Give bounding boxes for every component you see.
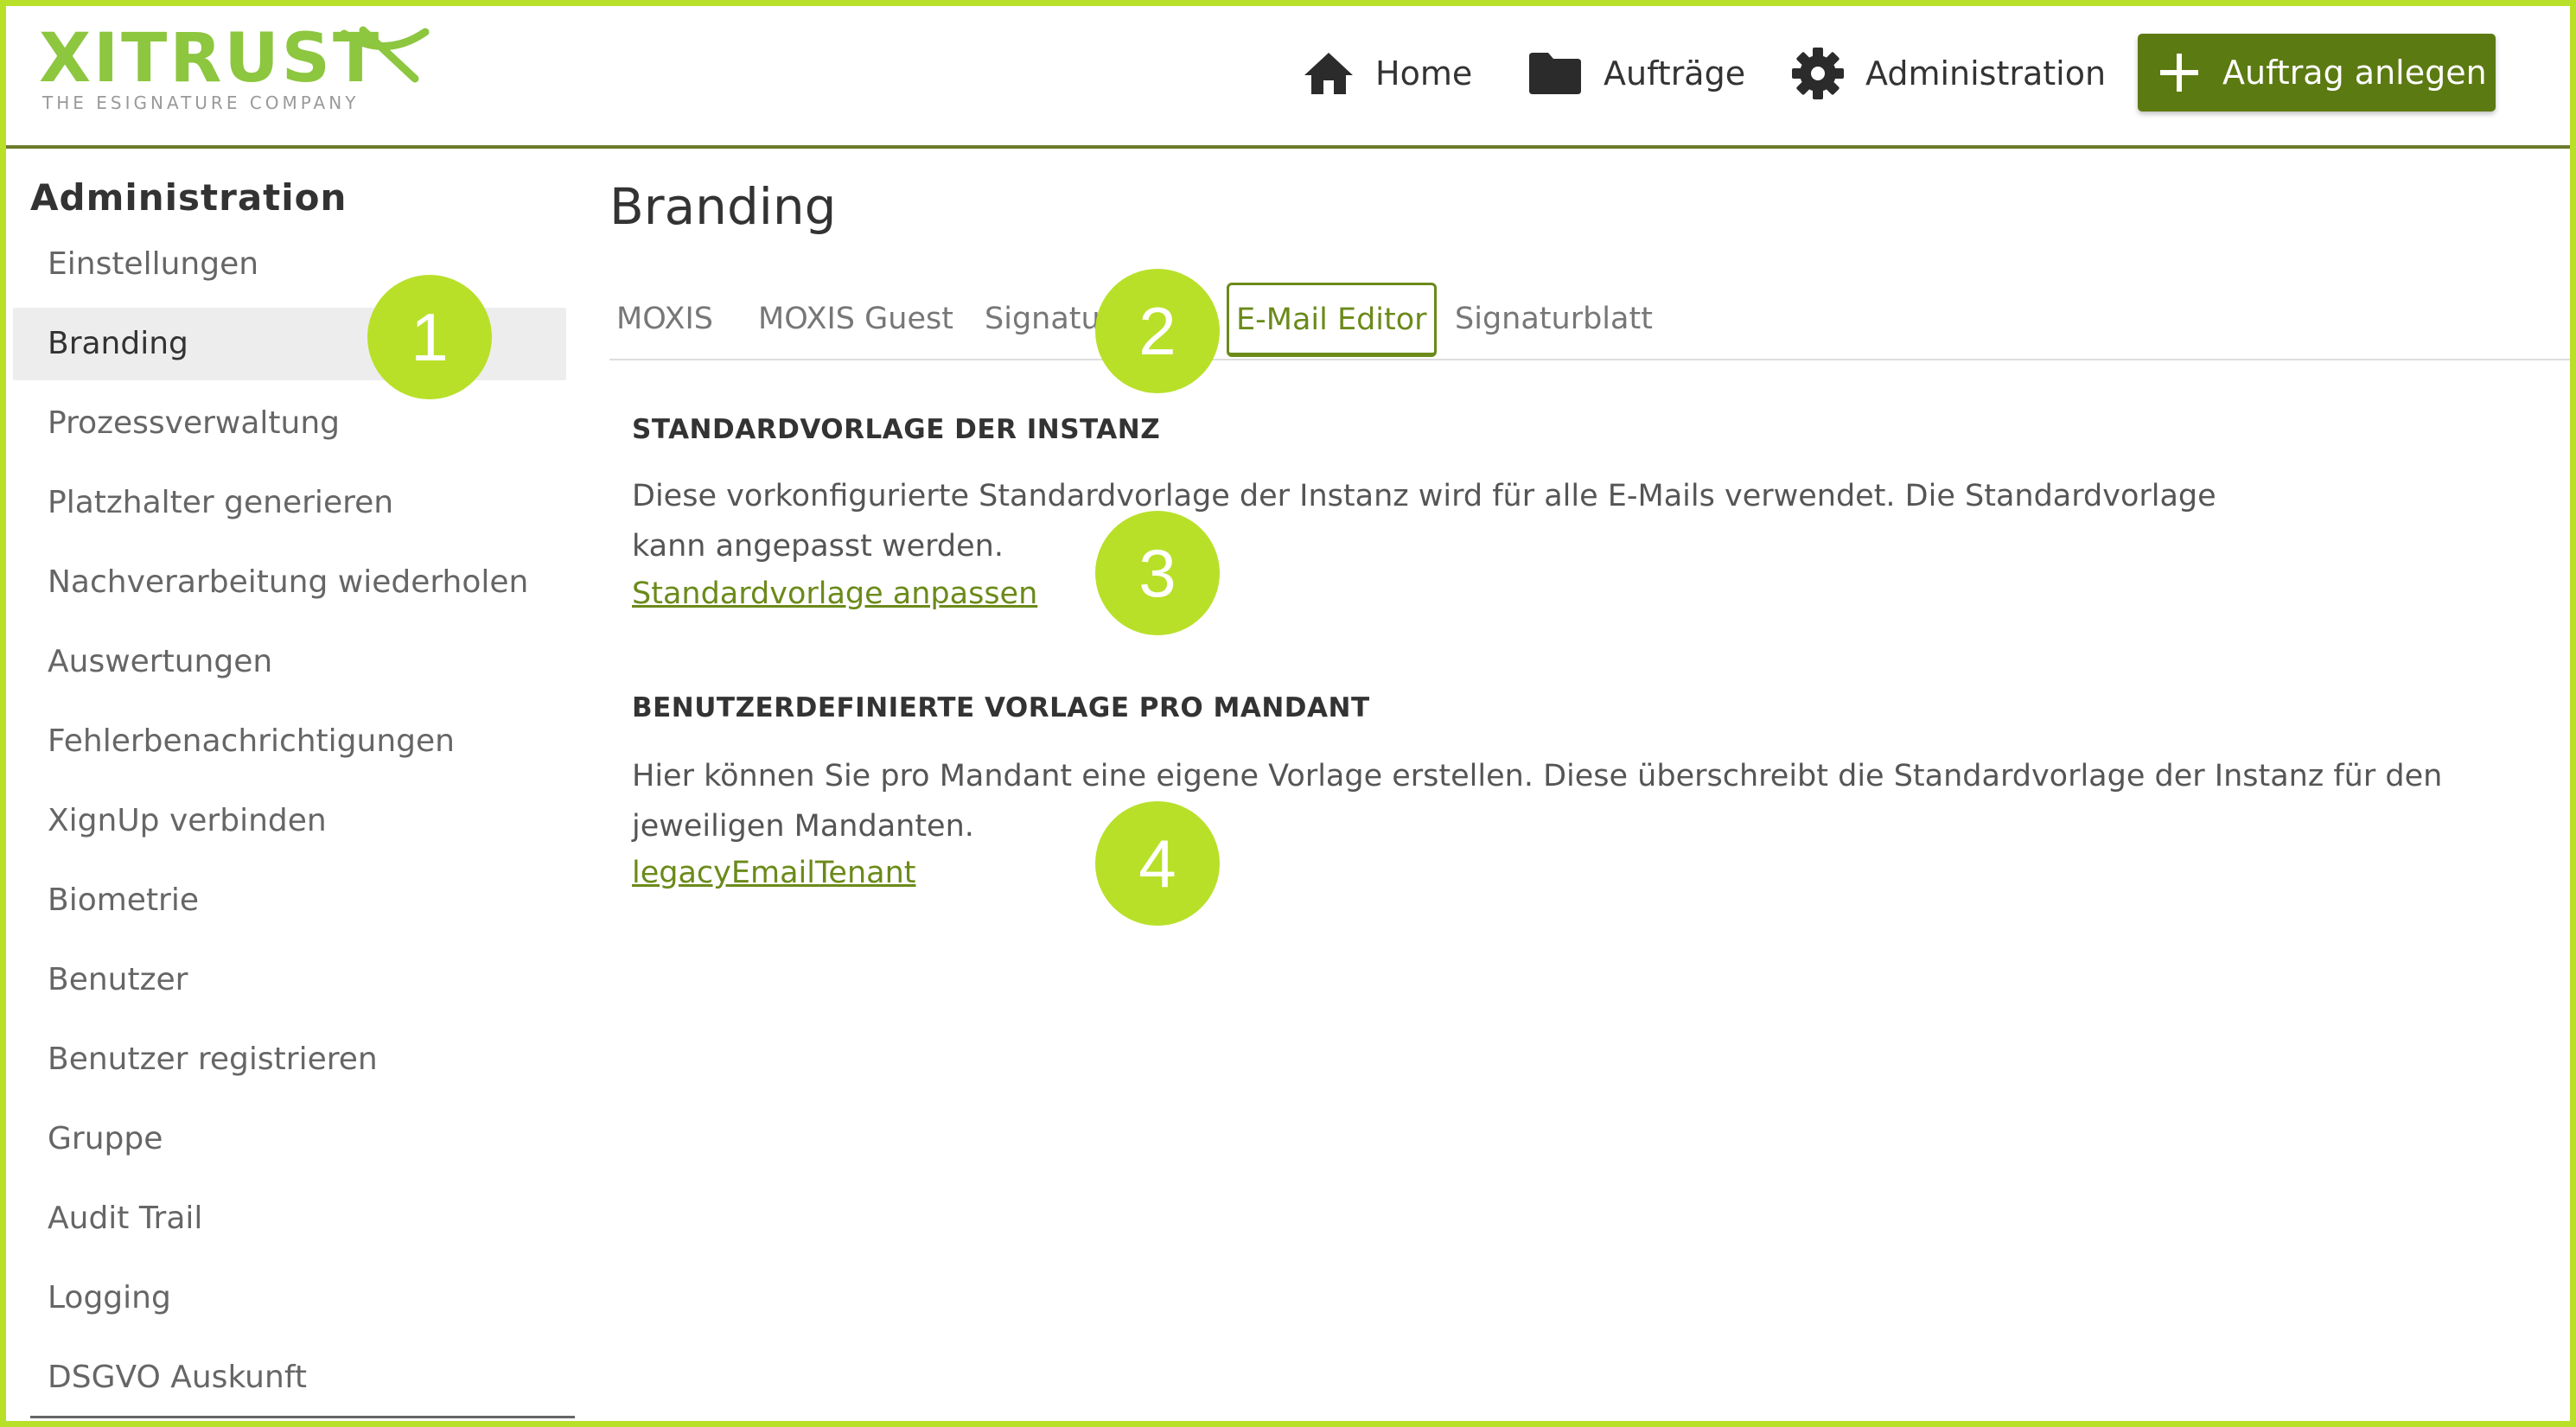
sidebar-menu: Einstellungen Branding Prozessverwaltung… bbox=[13, 225, 566, 1417]
nav-home[interactable]: Home bbox=[1303, 39, 1472, 108]
standardvorlage-anpassen-link[interactable]: Standardvorlage anpassen bbox=[632, 577, 1037, 611]
tab-email-editor[interactable]: E-Mail Editor bbox=[1227, 283, 1437, 357]
home-icon bbox=[1304, 53, 1353, 94]
legacy-email-tenant-link[interactable]: legacyEmailTenant bbox=[632, 856, 915, 890]
tab-signaturblatt[interactable]: Signaturblatt bbox=[1455, 281, 1653, 357]
gear-icon bbox=[1792, 48, 1844, 99]
sidebar-title: Administration bbox=[30, 176, 348, 219]
nav-home-label: Home bbox=[1375, 54, 1473, 92]
standardvorlage-heading: STANDARDVORLAGE DER INSTANZ bbox=[632, 414, 1161, 445]
sidebar-item-nachverarbeitung-wiederholen[interactable]: Nachverarbeitung wiederholen bbox=[13, 543, 566, 622]
sidebar-item-gruppe[interactable]: Gruppe bbox=[13, 1099, 566, 1179]
sidebar-item-fehlerbenachrichtigungen[interactable]: Fehlerbenachrichtigungen bbox=[13, 702, 566, 781]
logo-wordmark: XITRUST bbox=[39, 20, 382, 98]
tab-signatur[interactable]: Signatur bbox=[985, 281, 1106, 357]
mandant-vorlage-heading: BENUTZERDEFINIERTE VORLAGE PRO MANDANT bbox=[632, 692, 1370, 723]
nav-administration-label: Administration bbox=[1865, 54, 2107, 92]
sidebar-divider bbox=[30, 1416, 575, 1418]
nav-auftraege[interactable]: Aufträge bbox=[1527, 39, 1745, 108]
sidebar-item-xignup-verbinden[interactable]: XignUp verbinden bbox=[13, 781, 566, 861]
sidebar-item-biometrie[interactable]: Biometrie bbox=[13, 861, 566, 940]
standardvorlage-description: Diese vorkonfigurierte Standardvorlage d… bbox=[632, 479, 2216, 564]
nav-auftraege-label: Aufträge bbox=[1604, 54, 1746, 92]
branding-tabs: MOXIS MOXIS Guest Signatur E-Mail Editor… bbox=[609, 281, 2570, 360]
tab-moxis-guest[interactable]: MOXIS Guest bbox=[758, 281, 953, 357]
callout-marker-4: 4 bbox=[1095, 801, 1220, 926]
sidebar-item-audit-trail[interactable]: Audit Trail bbox=[13, 1179, 566, 1258]
logo-swoosh-icon bbox=[340, 26, 430, 83]
callout-marker-2: 2 bbox=[1095, 269, 1220, 393]
mandant-vorlage-description: Hier können Sie pro Mandant eine eigene … bbox=[632, 759, 2443, 844]
logo-tagline: THE ESIGNATURE COMPANY bbox=[42, 92, 360, 113]
plus-icon bbox=[2160, 54, 2198, 92]
tab-moxis[interactable]: MOXIS bbox=[616, 281, 713, 357]
xitrust-logo[interactable]: XITRUST THE ESIGNATURE COMPANY bbox=[39, 25, 437, 120]
sidebar-item-dsgvo-auskunft[interactable]: DSGVO Auskunft bbox=[13, 1338, 566, 1417]
sidebar-item-auswertungen[interactable]: Auswertungen bbox=[13, 622, 566, 702]
sidebar-item-prozessverwaltung[interactable]: Prozessverwaltung bbox=[13, 384, 566, 463]
app-window: XITRUST THE ESIGNATURE COMPANY Home Auft… bbox=[0, 0, 2576, 1427]
page-title: Branding bbox=[609, 177, 837, 236]
sidebar-item-benutzer[interactable]: Benutzer bbox=[13, 940, 566, 1020]
sidebar-item-platzhalter-generieren[interactable]: Platzhalter generieren bbox=[13, 463, 566, 543]
sidebar-item-benutzer-registrieren[interactable]: Benutzer registrieren bbox=[13, 1020, 566, 1099]
top-navigation-bar: XITRUST THE ESIGNATURE COMPANY Home Auft… bbox=[6, 6, 2570, 149]
auftrag-anlegen-label: Auftrag anlegen bbox=[2222, 54, 2487, 92]
sidebar-item-einstellungen[interactable]: Einstellungen bbox=[13, 225, 566, 304]
folder-icon bbox=[1529, 53, 1581, 94]
callout-marker-3: 3 bbox=[1095, 511, 1220, 635]
nav-administration[interactable]: Administration bbox=[1791, 39, 2106, 108]
sidebar-item-logging[interactable]: Logging bbox=[13, 1258, 566, 1338]
callout-marker-1: 1 bbox=[367, 275, 492, 399]
auftrag-anlegen-button[interactable]: Auftrag anlegen bbox=[2138, 34, 2496, 111]
